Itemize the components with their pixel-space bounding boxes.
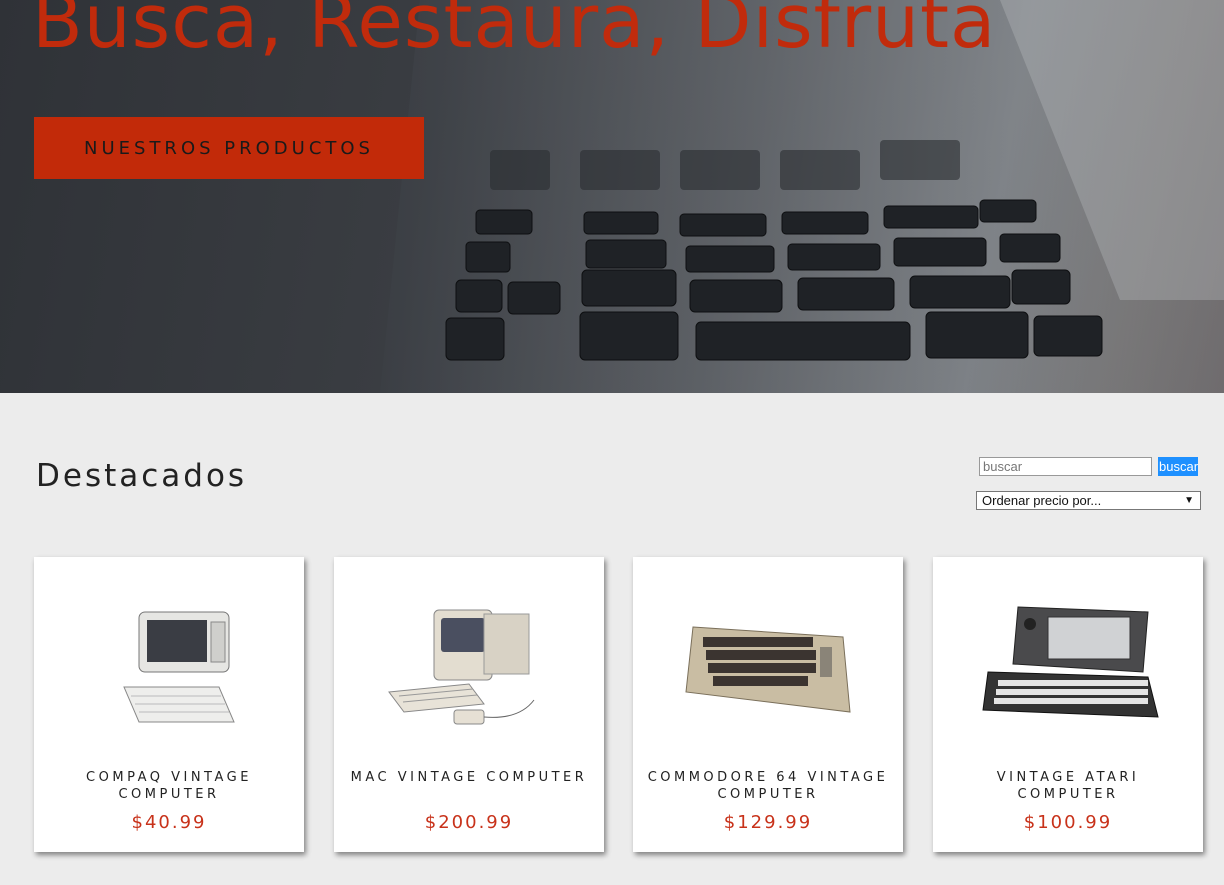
product-card[interactable]: MAC VINTAGE COMPUTER $200.99 bbox=[334, 557, 604, 852]
sort-selected-value: Ordenar precio por... bbox=[982, 493, 1102, 508]
product-price: $200.99 bbox=[424, 812, 514, 833]
chevron-down-icon: ▼ bbox=[1184, 495, 1194, 506]
atari-computer-image bbox=[982, 606, 1159, 718]
product-price: $40.99 bbox=[131, 812, 207, 833]
our-products-button[interactable]: NUESTROS PRODUCTOS bbox=[34, 117, 424, 179]
product-price: $129.99 bbox=[723, 812, 813, 833]
commodore-computer-image bbox=[685, 626, 851, 713]
product-name: VINTAGE ATARI COMPUTER bbox=[996, 770, 1140, 802]
section-title: Destacados bbox=[36, 458, 248, 494]
mac-computer-image bbox=[388, 609, 535, 725]
compaq-computer-image bbox=[123, 611, 235, 723]
product-name: COMMODORE 64 VINTAGE COMPUTER bbox=[647, 770, 889, 802]
product-price: $100.99 bbox=[1023, 812, 1113, 833]
sort-price-select[interactable]: Ordenar precio por... ▼ bbox=[976, 491, 1201, 510]
hero-banner: Busca, Restaura, Disfruta NUESTROS PRODU… bbox=[0, 0, 1224, 393]
search-button[interactable]: buscar bbox=[1158, 457, 1198, 476]
product-card[interactable]: VINTAGE ATARI COMPUTER $100.99 bbox=[933, 557, 1203, 852]
product-name: MAC VINTAGE COMPUTER bbox=[350, 770, 588, 785]
product-card[interactable]: COMPAQ VINTAGE COMPUTER $40.99 bbox=[34, 557, 304, 852]
product-card[interactable]: COMMODORE 64 VINTAGE COMPUTER $129.99 bbox=[633, 557, 903, 852]
product-name: COMPAQ VINTAGE COMPUTER bbox=[86, 770, 252, 802]
hero-title: Busca, Restaura, Disfruta bbox=[32, 0, 997, 65]
search-input[interactable] bbox=[979, 457, 1152, 476]
